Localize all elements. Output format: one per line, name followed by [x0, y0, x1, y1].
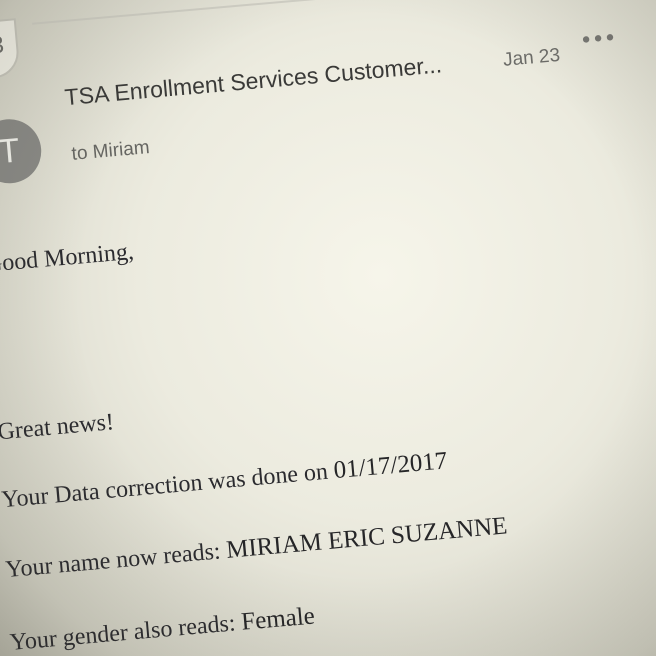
- name-label: Your name now reads:: [4, 537, 228, 584]
- thread-divider: [32, 0, 656, 25]
- sender-avatar[interactable]: T: [0, 116, 44, 186]
- more-options-icon[interactable]: •••: [579, 26, 617, 54]
- thread-count-badge[interactable]: 13: [0, 18, 21, 82]
- thread-count-label: 13: [0, 31, 6, 61]
- correction-label: Your Data correction was done on: [0, 458, 335, 514]
- email-name-line: Your name now reads: MIRIAM ERIC SUZANNE: [4, 512, 509, 584]
- name-value: MIRIAM ERIC SUZANNE: [225, 512, 509, 564]
- gender-label: Your gender also reads:: [8, 609, 243, 656]
- correction-date: 01/17/2017: [332, 447, 449, 485]
- message-date: Jan 23: [502, 44, 561, 71]
- email-gender-line: Your gender also reads: Female: [9, 602, 316, 656]
- gender-value: Female: [240, 602, 316, 636]
- screen-photo: 13 T TSA Enrollment Services Customer...…: [0, 0, 656, 656]
- email-news-line: Great news!: [0, 409, 115, 446]
- email-greeting: Good Morning,: [0, 238, 135, 278]
- email-correction-line: Your Data correction was done on 01/17/2…: [0, 447, 448, 514]
- recipient-line[interactable]: to Miriam: [71, 137, 151, 166]
- email-view: 13 T TSA Enrollment Services Customer...…: [0, 0, 656, 656]
- sender-name[interactable]: TSA Enrollment Services Customer...: [64, 47, 495, 111]
